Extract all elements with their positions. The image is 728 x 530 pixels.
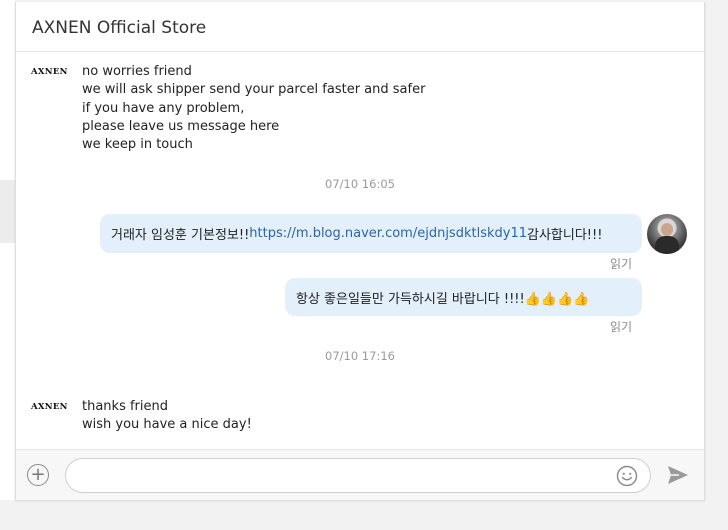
user-message-bubble: 거래자 임성훈 기본정보!! https://m.blog.naver.com/…: [100, 214, 642, 253]
send-arrow-icon[interactable]: [666, 464, 690, 486]
chat-title: AXNEN Official Store: [32, 18, 207, 38]
store-logo: AXNEN: [31, 402, 68, 412]
read-status: 읽기: [610, 320, 633, 334]
avatar-figure-body: [655, 236, 679, 254]
plus-circle-icon[interactable]: +: [27, 464, 49, 486]
user-message-text-suffix: 감사합니다!!!: [526, 228, 603, 243]
message-link[interactable]: https://m.blog.naver.com/ejdnjsdktlskdy1…: [249, 226, 527, 241]
store-message-text: thanks friend wish you have a nice day!: [82, 399, 252, 433]
timestamp: 07/10 17:16: [325, 349, 395, 363]
chat-header: AXNEN Official Store: [16, 2, 704, 52]
conversation-list-selected-item[interactable]: [0, 180, 15, 243]
timestamp: 07/10 16:05: [325, 177, 395, 191]
read-status: 읽기: [610, 257, 633, 271]
avatar-figure-head: [661, 223, 673, 236]
chat-window: AXNEN Official Store AXNEN no worries fr…: [15, 2, 705, 500]
user-avatar[interactable]: [647, 214, 687, 254]
user-message-bubble: 항상 좋은일들만 가득하시길 바랍니다 !!!!👍👍👍👍: [285, 278, 642, 316]
conversation-list-edge: [0, 0, 15, 500]
user-message-text: 거래자 임성훈 기본정보!!: [111, 228, 250, 243]
store-logo: AXNEN: [31, 67, 68, 77]
message-input-wrapper[interactable]: [65, 458, 651, 493]
message-composer: +: [16, 449, 704, 500]
message-input[interactable]: [80, 466, 604, 488]
store-message-text: no worries friend we will ask shipper se…: [82, 64, 426, 153]
smiley-icon[interactable]: [616, 465, 638, 487]
user-message-text: 항상 좋은일들만 가득하시길 바랍니다 !!!!👍👍👍👍: [296, 291, 590, 307]
